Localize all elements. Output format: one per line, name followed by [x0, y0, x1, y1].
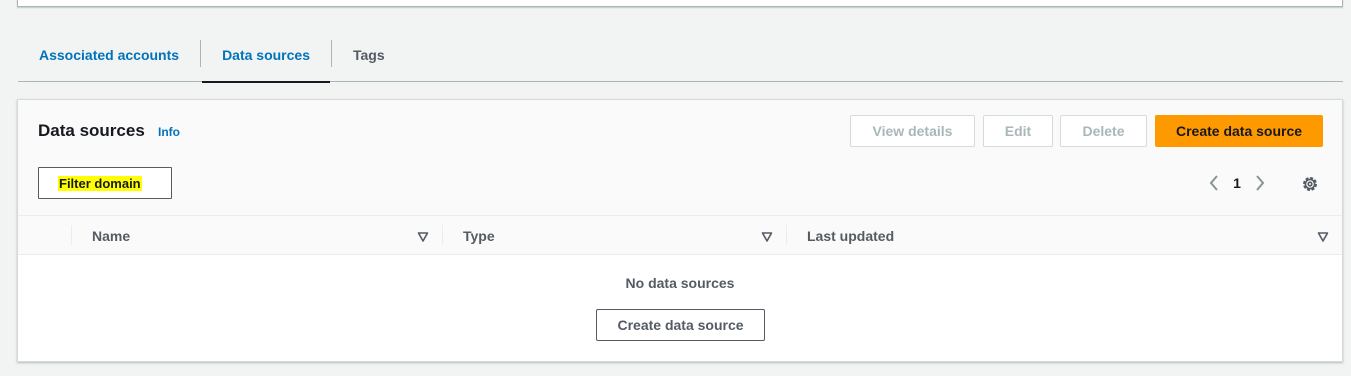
sort-icon[interactable] — [1317, 230, 1329, 242]
filter-value: Filter domain — [58, 175, 142, 191]
column-divider — [786, 225, 787, 245]
view-details-button[interactable]: View details — [850, 115, 975, 147]
panel-header: Data sources Info View details Edit Dele… — [18, 100, 1342, 216]
empty-state-create-button[interactable]: Create data source — [596, 309, 765, 341]
pagination: 1 — [1204, 172, 1270, 194]
edit-button[interactable]: Edit — [983, 115, 1053, 147]
tab-data-sources[interactable]: Data sources — [201, 28, 331, 83]
tab-associated-accounts[interactable]: Associated accounts — [18, 28, 200, 82]
column-type-header[interactable]: Type — [463, 216, 495, 255]
sort-icon[interactable] — [417, 230, 429, 242]
info-link[interactable]: Info — [158, 125, 180, 139]
delete-button[interactable]: Delete — [1060, 115, 1147, 147]
top-container — [17, 0, 1343, 7]
column-divider — [71, 225, 72, 245]
column-name-header[interactable]: Name — [92, 216, 130, 255]
chevron-right-icon[interactable] — [1250, 172, 1270, 194]
chevron-left-icon[interactable] — [1204, 172, 1224, 194]
tab-bar: Associated accounts Data sources Tags — [18, 28, 1343, 83]
empty-state-message: No data sources — [625, 275, 735, 291]
gear-icon[interactable] — [1299, 173, 1321, 195]
tab-tags[interactable]: Tags — [332, 28, 406, 82]
data-sources-panel: Data sources Info View details Edit Dele… — [17, 99, 1343, 362]
page-number[interactable]: 1 — [1224, 175, 1250, 191]
filter-domain-input[interactable]: Filter domain — [38, 167, 172, 199]
column-last-updated-header[interactable]: Last updated — [807, 216, 894, 255]
create-data-source-button[interactable]: Create data source — [1155, 115, 1323, 147]
sort-icon[interactable] — [761, 230, 773, 242]
column-divider — [442, 225, 443, 245]
table-header: Name Type Last updated — [18, 216, 1342, 255]
panel-title: Data sources — [38, 121, 145, 140]
